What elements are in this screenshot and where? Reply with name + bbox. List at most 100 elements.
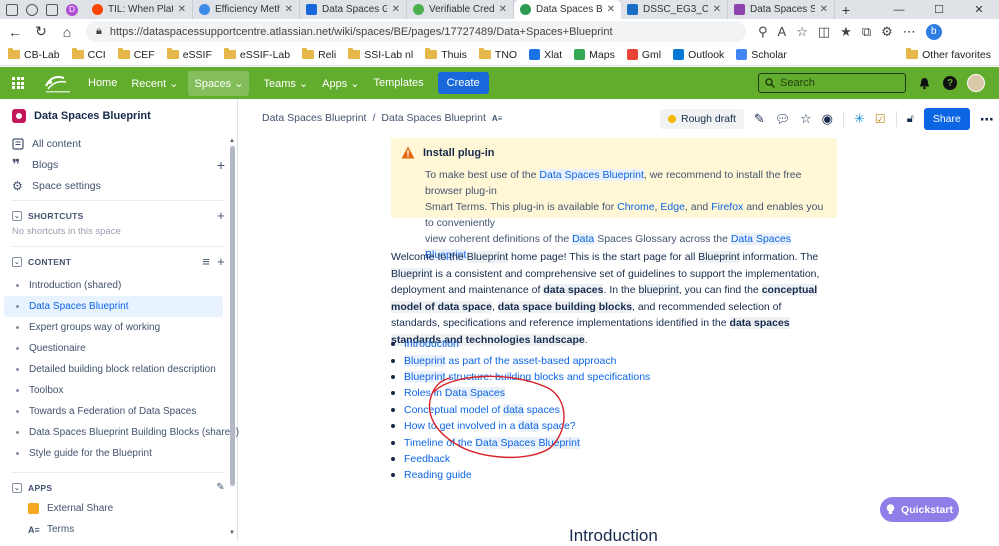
add-shortcut-icon[interactable]: + [217,208,225,223]
dssc-logo-icon[interactable] [42,72,74,94]
new-tab-button[interactable]: + [835,0,857,19]
bookmark-maps[interactable]: Maps [574,49,615,61]
favorites-icon[interactable]: ★ [840,24,852,40]
close-tab-icon[interactable]: ✕ [713,4,721,15]
edge-link[interactable]: Edge [660,201,685,213]
page-tree-item[interactable]: Style guide for the Blueprint [0,443,237,464]
sidebar-all-content[interactable]: All content [0,133,237,154]
app-external-share[interactable]: External Share [0,498,237,519]
chevron-down-icon[interactable]: ⌄ [12,482,22,493]
app-terms[interactable]: A≡ Terms [0,519,237,540]
page-tree-item[interactable]: Questionaire [0,338,237,359]
content-section-header[interactable]: ⌄ CONTENT ≡ + [0,251,237,272]
sidebar-scrollbar[interactable]: ▲ ▼ [229,138,236,536]
nav-teams[interactable]: Teams ⌄ [263,77,308,90]
apps-section-header[interactable]: ⌄ APPS ✎ [0,477,237,498]
sidebar-space-settings[interactable]: ⚙ Space settings [0,175,237,196]
search-input[interactable]: Search [758,73,906,93]
workspaces-icon[interactable] [26,3,38,16]
url-input[interactable]: 🔒︎ https://dataspacessupportcentre.atlas… [86,21,746,42]
close-tab-icon[interactable]: ✕ [285,4,293,15]
page-tree-item-selected[interactable]: Data Spaces Blueprint [4,296,223,317]
zoom-icon[interactable]: ⚲ [758,24,768,40]
bookmark-ssi-lab-nl[interactable]: SSI-Lab nl [348,48,413,61]
browser-tab-active[interactable]: Data Spaces Bluep✕ [514,0,621,19]
more-menu-icon[interactable]: ⋯ [903,24,916,40]
page-tree-item[interactable]: Data Spaces Blueprint Building Blocks (s… [0,422,239,443]
bookmark-cci[interactable]: CCI [71,48,106,61]
create-button[interactable]: Create [437,72,489,94]
browser-tab[interactable]: Verifiable Credenti✕ [407,0,514,19]
star-icon[interactable]: ☆ [800,111,812,127]
read-aloud-icon[interactable]: A [778,24,787,39]
share-button[interactable]: Share [923,108,970,130]
add-page-icon[interactable]: + [217,254,225,269]
edit-pencil-icon[interactable]: ✎ [754,111,765,127]
browser-tab[interactable]: Data Spaces Supp✕ [728,0,835,19]
maximize-icon[interactable]: ☐ [919,3,959,16]
user-avatar[interactable] [967,74,985,92]
nav-spaces[interactable]: Spaces ⌄ [188,70,250,96]
glossary-term[interactable]: blueprint [638,284,679,296]
scroll-up-arrow-icon[interactable]: ▲ [229,138,235,144]
toc-link[interactable]: Introduction [404,338,459,350]
scroll-down-arrow-icon[interactable]: ▼ [229,530,235,536]
shortcuts-section-header[interactable]: ⌄ SHORTCUTS + [0,205,237,226]
more-actions-icon[interactable]: ⋯ [980,111,994,128]
notifications-bell-icon[interactable] [918,77,931,90]
window-menu-icon[interactable] [6,3,18,16]
bookmark-essif[interactable]: eSSIF [166,48,212,61]
favorite-star-icon[interactable]: ☆ [796,24,808,40]
back-icon[interactable]: ← [4,21,26,43]
browser-tab[interactable]: DSSC_EG3_Concep✕ [621,0,728,19]
firefox-link[interactable]: Firefox [711,201,743,213]
watch-eye-icon[interactable]: ◉ [822,111,833,127]
nav-home[interactable]: Home [88,77,117,89]
close-window-icon[interactable]: ✕ [959,3,999,16]
bookmark-thuis[interactable]: Thuis [425,48,467,61]
bookmark-scholar[interactable]: Scholar [736,49,787,61]
bookmark-reli[interactable]: Reli [302,48,336,61]
chrome-link[interactable]: Chrome [617,201,654,213]
browser-tab[interactable]: Data Spaces Gloss✕ [300,0,407,19]
checklist-icon[interactable]: ☑ [875,112,886,126]
bookmark-tno[interactable]: TNO [478,48,517,61]
page-tree-item[interactable]: Towards a Federation of Data Spaces [0,401,237,422]
lock-icon[interactable]: 🔒︎ [96,25,102,38]
bookmark-gml[interactable]: Gml [626,49,661,61]
ai-sparkle-icon[interactable]: ✳ [854,111,865,127]
terms-marker-icon[interactable]: A≡ [492,114,502,123]
glossary-term[interactable]: Blueprint [466,251,509,263]
toc-link[interactable]: Reading guide [404,469,472,481]
filter-icon[interactable]: ≡ [202,254,210,269]
glossary-link[interactable]: Data Spaces Blueprint [539,169,644,181]
page-tree-item[interactable]: Introduction (shared) [0,275,237,296]
space-header[interactable]: Data Spaces Blueprint [0,99,237,133]
minimize-icon[interactable]: — [879,4,919,16]
quickstart-button[interactable]: Quickstart [880,497,959,522]
profile-avatar[interactable]: D [66,3,78,16]
browser-tab[interactable]: Efficiency Method✕ [193,0,300,19]
close-tab-icon[interactable]: ✕ [607,4,615,15]
nav-templates[interactable]: Templates [373,77,423,89]
nav-recent[interactable]: Recent ⌄ [131,77,178,90]
tab-actions-icon[interactable] [46,3,58,16]
close-tab-icon[interactable]: ✕ [820,4,828,15]
bookmark-other-favorites[interactable]: Other favorites [906,48,991,61]
page-tree-item[interactable]: Toolbox [0,380,237,401]
help-icon[interactable]: ? [943,76,957,90]
close-tab-icon[interactable]: ✕ [392,4,400,15]
bookmark-essif-lab[interactable]: eSSIF-Lab [223,48,290,61]
nav-apps[interactable]: Apps ⌄ [322,77,359,90]
split-screen-icon[interactable]: ◫ [818,24,830,40]
page-tree-item[interactable]: Detailed building block relation descrip… [0,359,237,380]
chevron-down-icon[interactable]: ⌄ [12,256,22,267]
scrollbar-thumb[interactable] [230,146,235,486]
comment-icon[interactable]: 💬︎ [775,112,790,126]
add-blog-icon[interactable]: + [217,157,225,173]
glossary-term[interactable]: Blueprint [391,267,433,280]
restrictions-lock-icon[interactable]: 🔓︎ [907,113,914,126]
chevron-down-icon[interactable]: ⌄ [12,210,22,221]
breadcrumb-link[interactable]: Data Spaces Blueprint [381,112,485,124]
edit-pencil-icon[interactable]: ✎ [216,482,225,493]
